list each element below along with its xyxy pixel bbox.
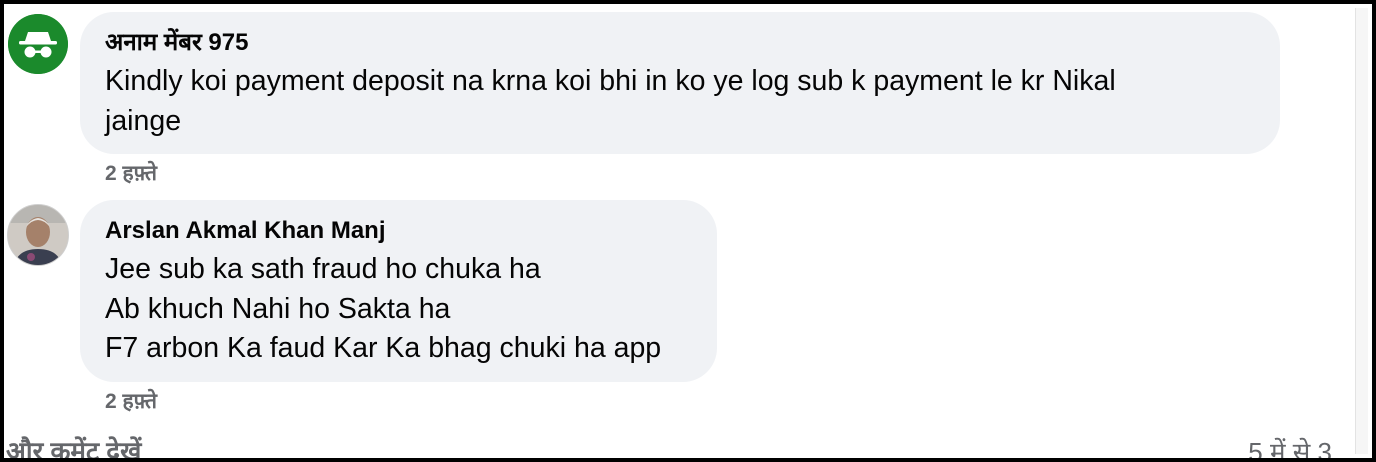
comment-count: 5 में से 3 [1248,437,1332,462]
user-avatar-photo[interactable] [7,204,69,266]
comment-author[interactable]: Arslan Akmal Khan Manj [105,216,693,246]
comment-line: Kindly koi payment deposit na krna koi b… [105,65,1116,97]
comment-text: Jee sub ka sath fraud ho chuka ha Ab khu… [105,250,693,369]
comment-line: F7 arbon Ka faud Kar Ka bhag chuki ha ap… [105,332,662,364]
scrollbar[interactable] [1355,8,1368,454]
comment-line: Ab khuch Nahi ho Sakta ha [105,292,451,325]
comment-timestamp[interactable]: 2 हफ़्ते [105,389,157,415]
comment-text: Kindly koi payment deposit na krna koi b… [105,62,1256,141]
comment-bubble: अनाम मेंबर 975 Kindly koi payment deposi… [80,12,1280,154]
comment-line: jainge [105,104,182,137]
view-more-comments-link[interactable]: और कमेंट देखें [6,434,141,458]
incognito-icon [8,14,68,74]
comment-bubble: Arslan Akmal Khan Manj Jee sub ka sath f… [80,200,717,382]
anonymous-avatar[interactable] [8,14,68,74]
comment-timestamp[interactable]: 2 हफ़्ते [105,161,157,187]
comments-section: अनाम मेंबर 975 Kindly koi payment deposi… [0,0,1376,462]
comment-line: Jee sub ka sath fraud ho chuka ha [105,253,541,285]
profile-photo-icon [8,205,68,265]
comment-author[interactable]: अनाम मेंबर 975 [105,28,1256,58]
